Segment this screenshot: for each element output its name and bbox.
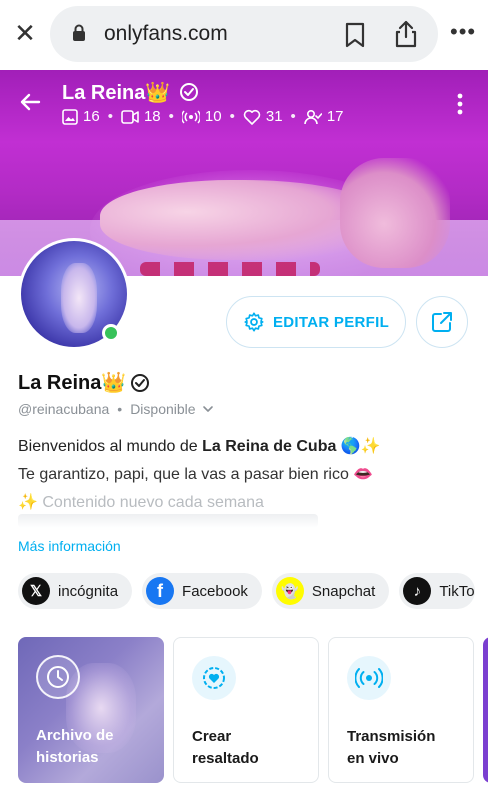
bio-line-1-suffix: 🌎✨ [336, 438, 381, 455]
social-chip-facebook[interactable]: f Facebook [142, 573, 262, 609]
tiktok-icon: ♪ [403, 577, 432, 605]
verified-icon [179, 83, 198, 101]
heart-circle-icon [203, 667, 225, 689]
stat-videos-count: 18 [143, 108, 161, 125]
more-info-link[interactable]: Más información [18, 538, 121, 554]
address-bar[interactable]: onlyfans.com [50, 6, 438, 62]
story-archive-card[interactable]: Archivo de historias [18, 637, 164, 783]
story-archive-line-1: Archivo de [36, 727, 114, 744]
stat-likes: 31 [243, 108, 283, 125]
share-icon[interactable] [394, 20, 418, 48]
back-arrow-icon[interactable] [18, 90, 42, 114]
stat-fans: 17 [304, 108, 344, 125]
stat-fans-count: 17 [326, 108, 344, 125]
social-label: Facebook [182, 582, 248, 600]
story-archive-label: Archivo de historias [36, 725, 114, 769]
fans-icon [304, 109, 322, 124]
bio-line-1-prefix: Bienvenidos al mundo de [18, 438, 203, 455]
chevron-down-icon[interactable] [201, 402, 215, 416]
photo-icon [62, 108, 78, 125]
avatar-figure [61, 263, 97, 333]
x-icon: 𝕏 [22, 577, 50, 605]
broadcast-icon [181, 110, 200, 123]
social-label: Snapchat [311, 582, 376, 600]
social-label: TikTo [439, 582, 475, 600]
bio-line-1-bold: La Reina de Cuba [202, 438, 337, 455]
handle-row: @reinacubana • Disponible [18, 401, 215, 417]
edit-profile-button[interactable]: EDITAR PERFIL [226, 296, 406, 348]
live-broadcast-icon [355, 668, 383, 688]
availability-status[interactable]: Disponible [130, 401, 195, 417]
share-profile-button[interactable] [416, 296, 468, 348]
live-stream-line-1: Transmisión [347, 728, 436, 745]
profile-handle: @reinacubana [18, 401, 110, 417]
social-chip-snapchat[interactable]: 👻 Snapchat [271, 573, 390, 609]
create-highlight-line-2: resaltado [192, 750, 259, 767]
broadcast-icon [347, 656, 391, 700]
lock-icon [73, 24, 85, 41]
share-icon [432, 312, 452, 332]
bio-line-1: Bienvenidos al mundo de La Reina de Cuba… [18, 436, 381, 456]
edit-profile-label: EDITAR PERFIL [272, 313, 390, 331]
stat-photos: 16 [62, 108, 100, 125]
banner-roses [140, 262, 320, 276]
facebook-icon: f [146, 577, 175, 605]
profile-name-text: La Reina👑 [18, 372, 127, 394]
bio-fade [18, 514, 318, 528]
stat-likes-count: 31 [265, 108, 283, 125]
profile-stats: 16 • 18 • 10 • 31 • 17 [62, 108, 352, 125]
browser-menu-button[interactable]: ••• [450, 21, 476, 43]
handle-separator: • [117, 401, 123, 417]
snapchat-icon: 👻 [275, 577, 304, 605]
verified-icon [131, 373, 150, 392]
history-clock-icon [36, 655, 80, 699]
story-archive-line-2: historias [36, 749, 99, 766]
banner-profile-name: La Reina👑 [62, 80, 199, 105]
stat-separator: • [229, 108, 235, 125]
social-links: 𝕏 incógnita f Facebook 👻 Snapchat ♪ TikT… [18, 573, 485, 609]
more-options-icon[interactable] [456, 92, 464, 116]
create-highlight-line-1: Crear [192, 728, 232, 745]
live-stream-label: Transmisión en vivo [347, 726, 435, 770]
social-chip-x[interactable]: 𝕏 incógnita [18, 573, 133, 609]
url-text: onlyfans.com [104, 22, 228, 45]
close-tab-button[interactable]: ✕ [12, 20, 38, 46]
live-stream-line-2: en vivo [347, 750, 399, 767]
gear-icon [244, 312, 264, 332]
clock-icon [47, 666, 69, 688]
stat-separator: • [168, 108, 174, 125]
bio-line-3: ✨ Contenido nuevo cada semana [18, 494, 264, 511]
stat-separator: • [107, 108, 113, 125]
social-label: incógnita [58, 582, 119, 600]
bio-line-2: Te garantizo, papi, que la vas a pasar b… [18, 466, 374, 483]
bookmark-icon[interactable] [344, 22, 366, 48]
stat-separator: • [290, 108, 296, 125]
banner-figure-legs [340, 158, 450, 268]
social-chip-tiktok[interactable]: ♪ TikTo [399, 573, 475, 609]
create-highlight-label: Crear resaltado [192, 726, 259, 770]
live-stream-card[interactable]: Transmisión en vivo [328, 637, 474, 783]
highlight-heart-icon [192, 656, 236, 700]
banner-name-text: La Reina👑 [62, 82, 171, 104]
stat-photos-count: 16 [83, 108, 100, 125]
stat-videos: 18 [121, 108, 161, 125]
profile-name: La Reina👑 [18, 370, 150, 395]
stat-streams-count: 10 [204, 108, 222, 125]
next-card-peek[interactable] [483, 637, 488, 783]
video-icon [121, 109, 139, 124]
stat-streams: 10 [181, 108, 222, 125]
create-highlight-card[interactable]: Crear resaltado [173, 637, 319, 783]
heart-icon [243, 109, 261, 125]
browser-toolbar: ✕ onlyfans.com ••• [0, 0, 488, 68]
online-status-dot [102, 324, 120, 342]
highlight-cards: Archivo de historias Crear resaltado Tra… [18, 637, 488, 783]
